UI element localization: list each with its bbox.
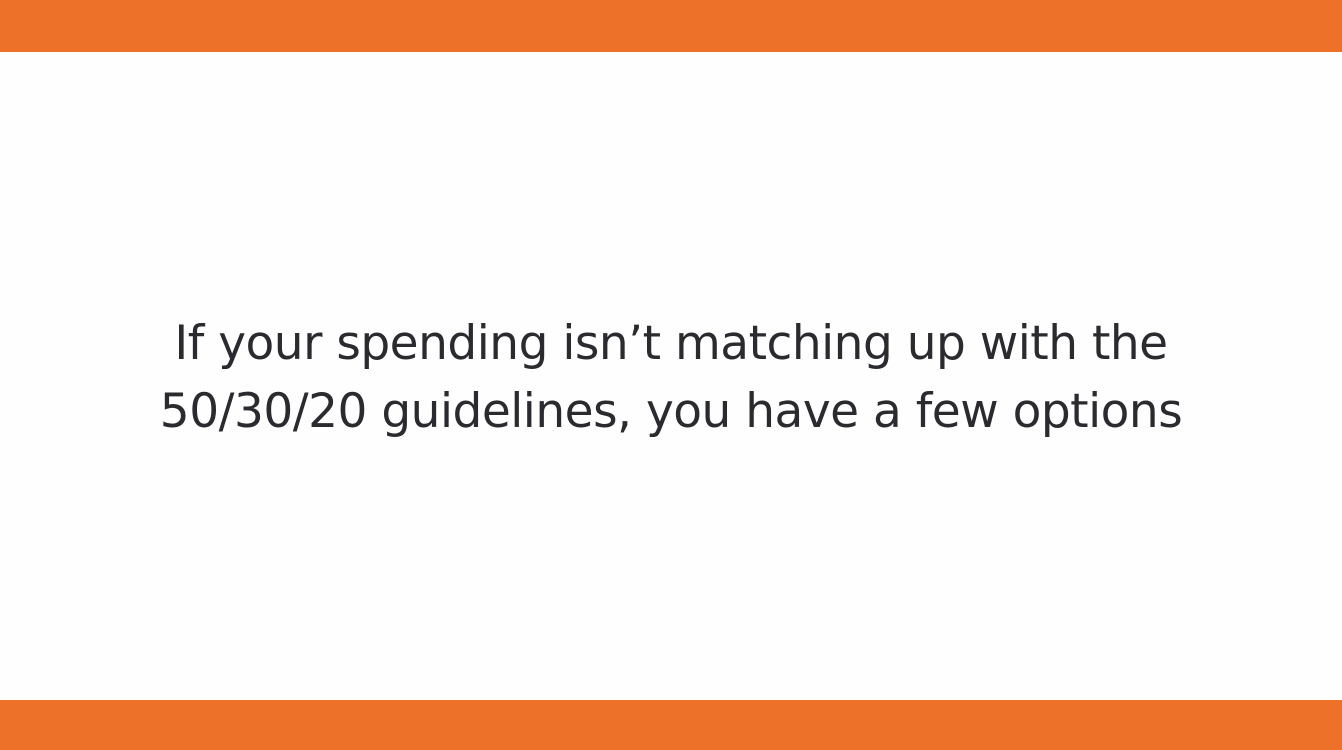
top-accent-band <box>0 0 1342 52</box>
message-line-1: If your spending isn’t matching up with … <box>174 315 1168 371</box>
slide-content: If your spending isn’t matching up with … <box>0 52 1342 700</box>
bottom-accent-band <box>0 700 1342 750</box>
slide-message: If your spending isn’t matching up with … <box>159 307 1183 446</box>
message-line-2: 50/30/20 guidelines, you have a few opti… <box>159 383 1183 439</box>
